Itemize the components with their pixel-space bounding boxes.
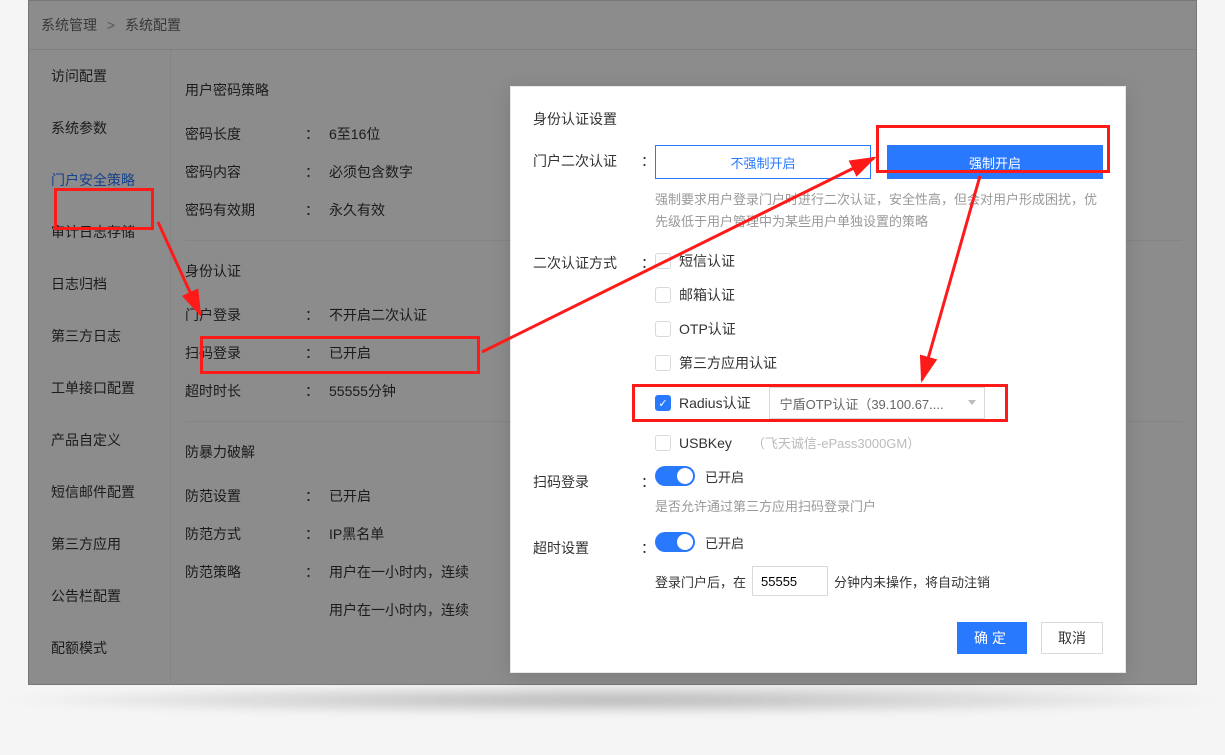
scan-switch[interactable] — [655, 466, 695, 486]
dialog-title: 身份认证设置 — [511, 109, 1125, 145]
radius-select[interactable]: 宁盾OTP认证（39.100.67.... — [769, 387, 985, 419]
checkbox-icon[interactable] — [655, 321, 671, 337]
chk-radius[interactable]: ✓ Radius认证 宁盾OTP认证（39.100.67.... — [655, 387, 1103, 419]
row-scan: 扫码登录： 已开启 是否允许通过第三方应用扫码登录门户 — [511, 466, 1125, 518]
drop-shadow — [6, 685, 1219, 715]
ok-button[interactable]: 确定 — [957, 622, 1027, 654]
checkbox-icon[interactable] — [655, 355, 671, 371]
checkbox-checked-icon[interactable]: ✓ — [655, 395, 671, 411]
row-timeout: 超时设置： 已开启 登录门户后，在 分钟内未操作，将自动注销 — [511, 532, 1125, 596]
checkbox-icon[interactable] — [655, 253, 671, 269]
identity-auth-dialog: 身份认证设置 门户二次认证： 不强制开启 强制开启 强制要求用户登录门户时进行二… — [510, 86, 1126, 673]
chk-sms[interactable]: 短信认证 — [655, 251, 1103, 271]
scan-hint: 是否允许通过第三方应用扫码登录门户 — [655, 496, 1103, 518]
row-method: 二次认证方式： 短信认证 邮箱认证 OTP认证 第三方应用认证 ✓ Radius… — [511, 247, 1125, 452]
cancel-button[interactable]: 取消 — [1041, 622, 1103, 654]
seg-no-force-button[interactable]: 不强制开启 — [655, 145, 871, 179]
checkbox-icon[interactable] — [655, 435, 671, 451]
checkbox-icon[interactable] — [655, 287, 671, 303]
row-sec-auth: 门户二次认证： 不强制开启 强制开启 强制要求用户登录门户时进行二次认证，安全性… — [511, 145, 1125, 233]
chk-otp[interactable]: OTP认证 — [655, 319, 1103, 339]
chk-third[interactable]: 第三方应用认证 — [655, 353, 1103, 373]
timeout-minutes-input[interactable] — [752, 566, 828, 596]
seg-force-button[interactable]: 强制开启 — [887, 145, 1103, 179]
chk-usb[interactable]: USBKey（飞天诚信-ePass3000GM） — [655, 433, 1103, 452]
chevron-down-icon — [968, 400, 976, 405]
chk-email[interactable]: 邮箱认证 — [655, 285, 1103, 305]
timeout-switch[interactable] — [655, 532, 695, 552]
sec-auth-hint: 强制要求用户登录门户时进行二次认证，安全性高，但会对用户形成困扰，优先级低于用户… — [655, 189, 1103, 233]
